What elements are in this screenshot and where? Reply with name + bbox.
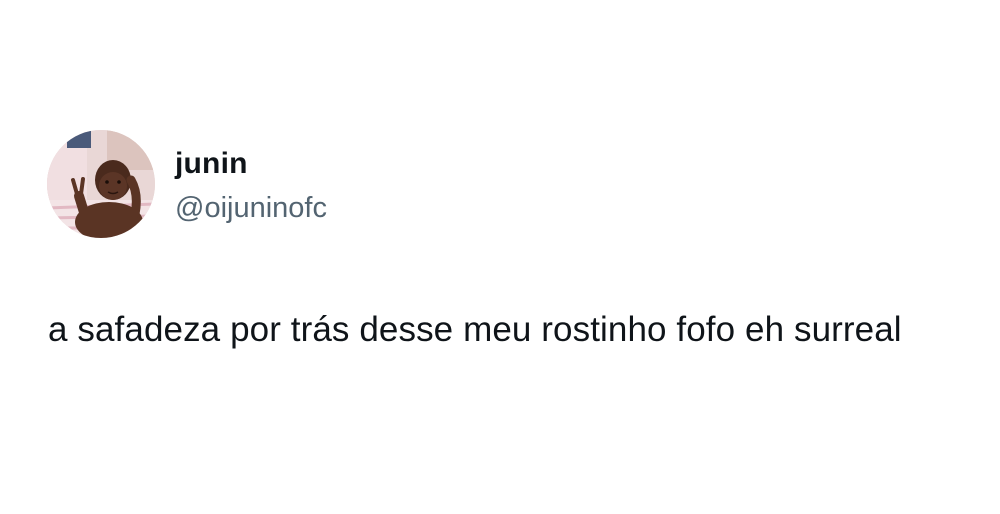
user-handle[interactable]: @oijuninofc — [175, 190, 327, 226]
avatar[interactable] — [47, 130, 155, 238]
tweet-text: a safadeza por trás desse meu rostinho f… — [48, 310, 902, 349]
profile-photo-icon — [47, 130, 155, 238]
tweet-card: junin @oijuninofc a safadeza por trás de… — [0, 0, 1000, 514]
display-name[interactable]: junin — [175, 146, 248, 182]
